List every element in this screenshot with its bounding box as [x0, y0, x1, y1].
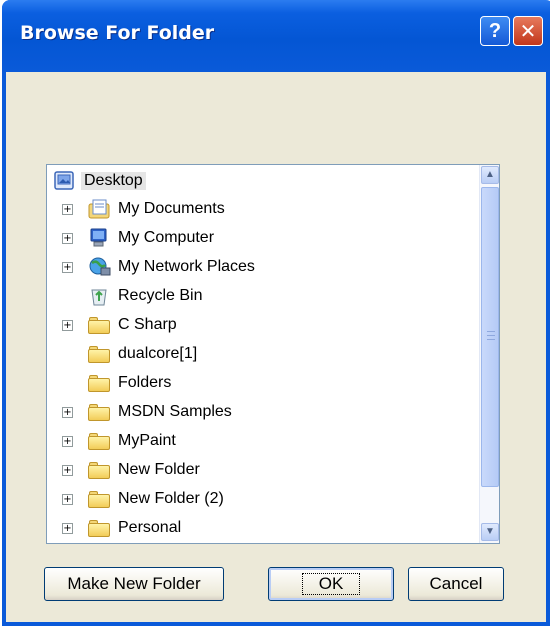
folder-icon	[87, 373, 111, 393]
ok-button[interactable]: OK	[268, 567, 394, 601]
grip-line	[487, 339, 495, 340]
tree-item-label: MSDN Samples	[118, 403, 232, 420]
tree-item-label: MyPaint	[118, 432, 176, 449]
tree-item-dualcore[interactable]: dualcore[1]	[47, 341, 467, 367]
ok-label: OK	[301, 573, 361, 595]
tree-item-label: C Sharp	[118, 316, 177, 333]
recycle-bin-icon	[91, 289, 107, 306]
desktop-icon	[54, 171, 74, 190]
folder-icon	[87, 518, 111, 538]
close-icon: ✕	[519, 20, 537, 43]
help-button[interactable]: ?	[480, 16, 510, 46]
my-documents-icon	[88, 199, 110, 219]
tree-item-desktop[interactable]: Desktop	[53, 168, 193, 194]
tree-item-my-computer[interactable]: + My Computer	[47, 225, 467, 251]
cancel-button[interactable]: Cancel	[408, 567, 504, 601]
tree-item-label: New Folder	[118, 461, 200, 478]
chevron-down-icon: ▼	[485, 526, 495, 537]
tree-item-label: Folders	[118, 374, 172, 391]
tree-item-label: My Documents	[118, 200, 225, 217]
make-new-folder-button[interactable]: Make New Folder	[44, 567, 224, 601]
chevron-up-icon: ▲	[485, 169, 495, 180]
tree-item-c-sharp[interactable]: + C Sharp	[47, 312, 467, 338]
tree-item-label: My Computer	[118, 229, 215, 246]
my-computer-icon	[90, 228, 107, 247]
folder-icon	[87, 489, 111, 509]
expand-toggle[interactable]: +	[62, 465, 73, 476]
tree-item-my-network-places[interactable]: + My Network Places	[47, 254, 467, 280]
expand-toggle[interactable]: +	[62, 262, 73, 273]
cancel-label: Cancel	[429, 574, 483, 593]
browse-folder-dialog: Browse For Folder ? ✕ Desktop + My Docum…	[2, 0, 550, 626]
dialog-title: Browse For Folder	[20, 22, 215, 44]
folder-tree[interactable]: Desktop + My Documents + My Computer + M…	[46, 164, 500, 544]
expand-toggle[interactable]: +	[62, 204, 73, 215]
expand-toggle[interactable]: +	[62, 407, 73, 418]
tree-item-personal[interactable]: + Personal	[47, 515, 467, 541]
grip-line	[487, 335, 495, 336]
tree-item-label: Personal	[118, 519, 182, 536]
expand-toggle[interactable]: +	[62, 233, 73, 244]
tree-item-mypaint[interactable]: + MyPaint	[47, 428, 467, 454]
tree-item-recycle-bin[interactable]: Recycle Bin	[47, 283, 467, 309]
expand-toggle[interactable]: +	[62, 320, 73, 331]
scrollbar-thumb[interactable]	[481, 187, 499, 487]
tree-item-folders[interactable]: Folders	[47, 370, 467, 396]
title-bar[interactable]: Browse For Folder ? ✕	[2, 0, 550, 72]
tree-item-label: New Folder (2)	[118, 490, 224, 507]
tree-item-label: Desktop	[81, 172, 146, 190]
folder-icon	[87, 344, 111, 364]
expand-toggle[interactable]: +	[62, 436, 73, 447]
folder-icon	[87, 315, 111, 335]
grip-line	[487, 331, 495, 332]
tree-item-label: dualcore[1]	[118, 345, 198, 362]
scroll-down-button[interactable]: ▼	[481, 523, 499, 541]
vertical-scrollbar[interactable]: ▲ ▼	[479, 165, 499, 543]
expand-toggle[interactable]: +	[62, 523, 73, 534]
network-places-icon	[89, 257, 111, 276]
scroll-up-button[interactable]: ▲	[481, 166, 499, 184]
folder-icon	[87, 402, 111, 422]
help-icon: ?	[488, 19, 502, 42]
folder-icon	[87, 460, 111, 480]
tree-item-my-documents[interactable]: + My Documents	[47, 196, 467, 222]
tree-item-new-folder-2[interactable]: + New Folder (2)	[47, 486, 467, 512]
tree-item-label: My Network Places	[118, 258, 255, 275]
make-new-folder-label: Make New Folder	[67, 574, 201, 593]
tree-item-label: Recycle Bin	[118, 287, 203, 304]
expand-toggle[interactable]: +	[62, 494, 73, 505]
tree-item-new-folder[interactable]: + New Folder	[47, 457, 467, 483]
tree-item-msdn-samples[interactable]: + MSDN Samples	[47, 399, 467, 425]
close-button[interactable]: ✕	[513, 16, 543, 46]
folder-icon	[87, 431, 111, 451]
